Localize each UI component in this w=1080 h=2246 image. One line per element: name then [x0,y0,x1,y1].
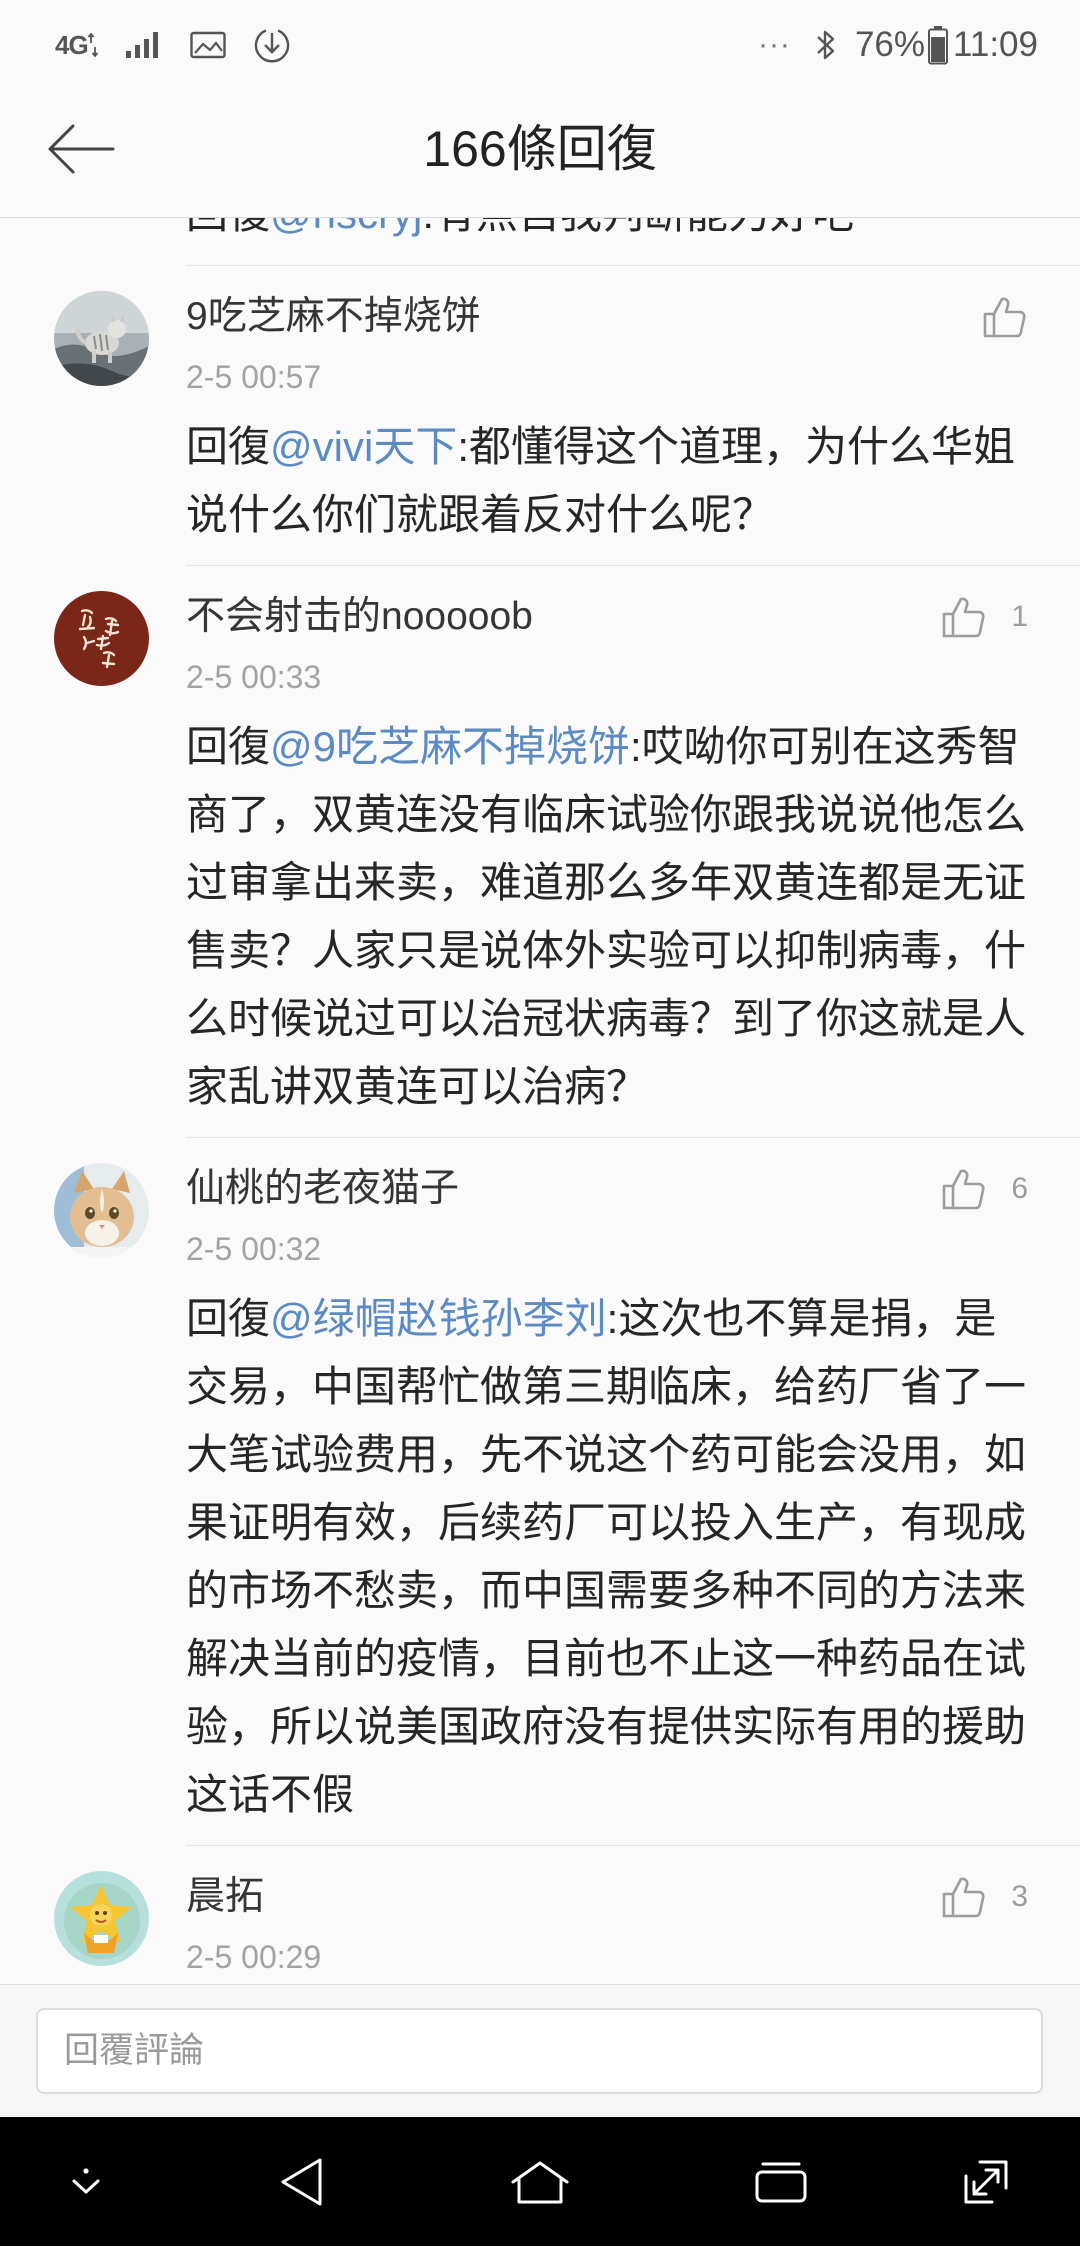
like-count: 6 [1011,1172,1028,1205]
like-count: 3 [1011,1880,1028,1913]
comment-time: 2-5 00:57 [186,359,322,395]
avatar-image [54,591,149,686]
home-button[interactable] [485,2117,595,2246]
like-button[interactable]: 3 [939,1871,1028,1923]
avatar-image [54,1871,149,1966]
thumbs-up-icon [943,1169,985,1210]
expand-icon [964,2160,1008,2203]
reply-prefix: 回復 [186,1295,271,1342]
comment-text[interactable]: 回復@vivi天下:都懂得这个道理，为什么华姐说什么你们就跟着反对什么呢？ [186,413,1028,549]
comment-item: 6 仙桃的老夜猫子 2-5 00:32 回復@绿帽赵钱孙李刘:这次也不算是捐，是… [0,1138,1080,1846]
avatar[interactable] [54,1871,149,1966]
comment-item: 9吃芝麻不掉烧饼 2-5 00:57 回復@vivi天下:都懂得这个道理，为什么… [0,266,1080,566]
download-notification-icon [254,28,289,62]
comment-time: 2-5 00:29 [186,1939,322,1975]
signal-bars-icon [125,31,158,58]
comment-time: 2-5 00:32 [186,1231,322,1267]
battery-icon [928,25,948,64]
thumbs-up-icon [983,297,1026,338]
like-button[interactable]: 1 [939,591,1028,643]
bluetooth-icon [817,30,835,59]
back-nav-button[interactable] [246,2117,356,2246]
back-triangle-icon [281,2158,322,2205]
thumbs-up-icon [943,1877,985,1918]
mention-link[interactable]: @绿帽赵钱孙李刘 [270,1295,607,1342]
reply-body: :有点自我判断能力好吧 [422,218,854,237]
image-notification-icon [189,31,226,58]
avatar[interactable] [54,291,149,386]
comment-author[interactable]: 9吃芝麻不掉烧饼 [186,291,1080,343]
status-bar: 4G ··· 76% 11:09 [0,0,1080,89]
avatar-image [54,291,149,386]
page-title: 166條回復 [423,121,657,177]
comment-content: 9吃芝麻不掉烧饼 2-5 00:57 回復@vivi天下:都懂得这个道理，为什么… [186,291,1080,566]
home-icon [511,2161,569,2203]
header: 166條回復 [0,89,1080,218]
comment-text[interactable]: 回復@9吃芝麻不掉烧饼:哎呦你可别在这秀智商了，双黄连没有临床试验你跟我说说他怎… [186,713,1028,1121]
avatar[interactable] [54,1163,149,1258]
recent-apps-button[interactable] [726,2117,836,2246]
expand-button[interactable] [931,2117,1041,2246]
like-button[interactable]: 6 [939,1163,1028,1215]
like-button[interactable] [980,291,1028,343]
reply-bar [0,1984,1080,2117]
reply-comment-input[interactable] [36,2008,1043,2094]
system-navigation-bar [0,2117,1080,2246]
reply-prefix: 回復 [186,423,271,470]
reply-body: :这次也不算是捐，是交易，中国帮忙做第三期临床，给药厂省了一大笔试验费用，先不说… [186,1295,1027,1818]
like-count: 1 [1011,600,1028,633]
mention-link[interactable]: @9吃芝麻不掉烧饼 [270,723,630,770]
status-left-icons: 4G [55,0,292,89]
data-arrows-icon [87,32,98,57]
comment-time: 2-5 00:33 [186,659,322,695]
clock: 11:09 [953,25,1038,64]
hide-navbar-button[interactable] [31,2117,141,2246]
reply-prefix: 回復 [186,723,271,770]
avatar[interactable] [54,591,149,686]
reply-prefix: 回復 [186,218,270,237]
chevron-down-icon [72,2167,100,2193]
network-type-label: 4G [55,29,89,60]
thumbs-up-icon [943,597,985,638]
mention-link[interactable]: @vivi天下 [270,423,457,470]
recent-apps-icon [755,2162,807,2202]
reply-body: :哎呦你可别在这秀智商了，双黄连没有临床试验你跟我说说他怎么过审拿出来卖，难道那… [186,723,1027,1110]
battery-percent: 76% [854,25,925,64]
comments-list[interactable]: 回復@hscryj:有点自我判断能力好吧 [0,218,1080,1984]
comment-content: 不会射击的nooooob 2-5 00:33 回復@9吃芝麻不掉烧饼:哎呦你可别… [186,591,1080,1138]
comment-text-partial: 回復@hscryj:有点自我判断能力好吧 [186,218,1080,266]
network-4g-icon: 4G [55,32,98,58]
avatar-image [54,1163,149,1258]
more-notifications-indicator: ··· [757,27,791,61]
comment-item: 1 不会射击的nooooob 2-5 00:33 回復@9吃芝麻不掉烧饼:哎呦你… [0,566,1080,1138]
comment-item: 3 晨拓 2-5 00:29 [0,1846,1080,1984]
comment-text[interactable]: 回復@hscryj:有点自我判断能力好吧 [186,218,1028,248]
mention-link[interactable]: @hscryj [270,218,422,237]
status-right-icons: ··· 76% 11:09 [758,0,1038,89]
comment-text[interactable]: 回復@绿帽赵钱孙李刘:这次也不算是捐，是交易，中国帮忙做第三期临床，给药厂省了一… [186,1285,1028,1829]
comment-content: 仙桃的老夜猫子 2-5 00:32 回復@绿帽赵钱孙李刘:这次也不算是捐，是交易… [186,1163,1080,1846]
